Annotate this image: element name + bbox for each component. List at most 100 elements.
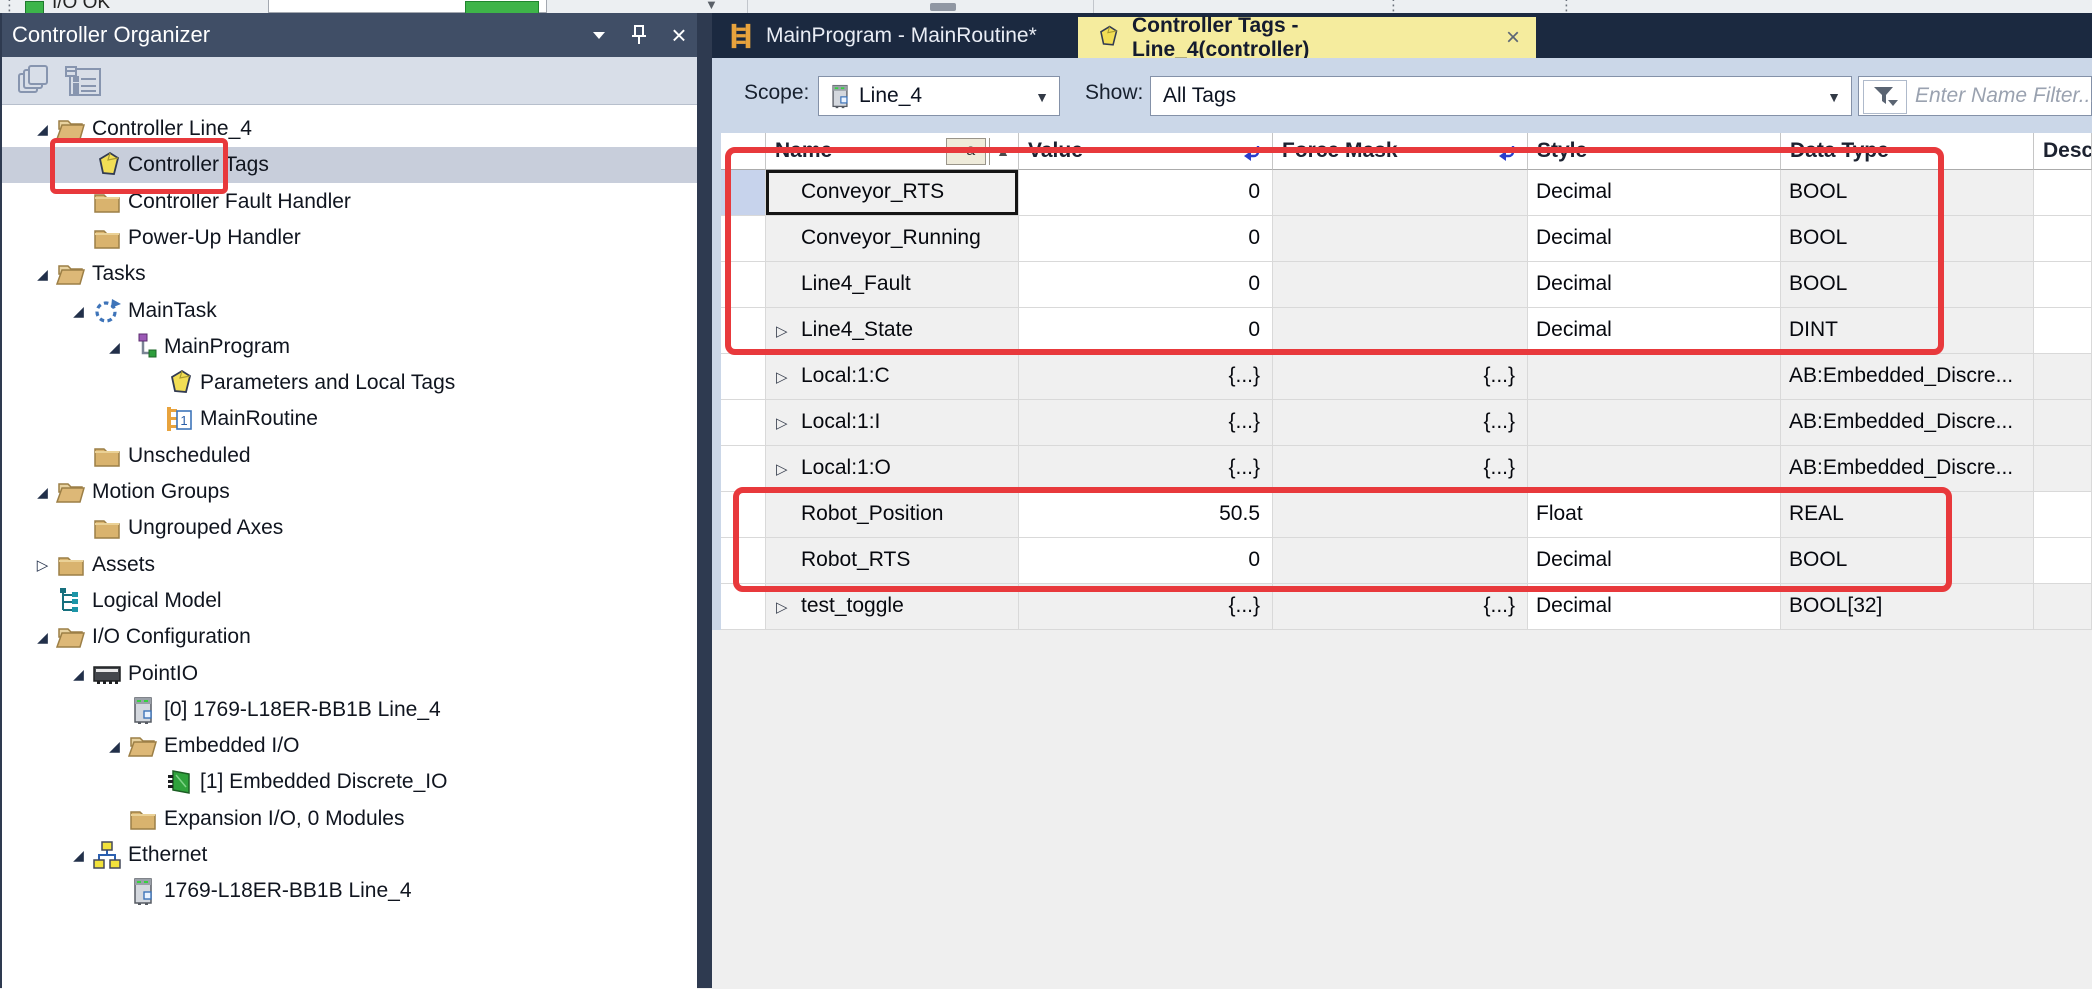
- expand-icon[interactable]: ▷: [766, 586, 801, 630]
- cell-force-mask[interactable]: {...}: [1273, 354, 1528, 400]
- cell-value[interactable]: {...}: [1019, 354, 1273, 400]
- cell-value[interactable]: 50.5: [1019, 492, 1273, 538]
- cell-force-mask[interactable]: [1273, 538, 1528, 584]
- close-icon[interactable]: ×: [659, 18, 699, 52]
- cell-name[interactable]: ▷Local:1:C: [766, 354, 1019, 400]
- cell-description[interactable]: [2034, 354, 2092, 400]
- tree-item-controller-fault-handler[interactable]: Controller Fault Handler: [2, 184, 697, 220]
- tab-mainprogram-mainroutine[interactable]: MainProgram - MainRoutine*: [712, 13, 1078, 58]
- pin-icon[interactable]: [619, 18, 659, 52]
- tree-item-controller-line-4[interactable]: ◢Controller Line_4: [2, 111, 697, 147]
- cell-data-type[interactable]: BOOL: [1781, 216, 2034, 262]
- row-selector[interactable]: [721, 492, 766, 538]
- cell-force-mask[interactable]: [1273, 492, 1528, 538]
- cell-force-mask[interactable]: [1273, 216, 1528, 262]
- cell-style[interactable]: [1528, 400, 1781, 446]
- cell-value[interactable]: 0: [1019, 262, 1273, 308]
- row-selector[interactable]: [721, 446, 766, 492]
- tree-item-logical-model[interactable]: Logical Model: [2, 583, 697, 619]
- cell-description[interactable]: [2034, 400, 2092, 446]
- name-filter-field[interactable]: Enter Name Filter...: [1858, 76, 2092, 116]
- cell-force-mask[interactable]: [1273, 262, 1528, 308]
- tree-item-tasks[interactable]: ◢Tasks: [2, 256, 697, 292]
- cell-force-mask[interactable]: {...}: [1273, 446, 1528, 492]
- cell-style[interactable]: Decimal: [1528, 216, 1781, 262]
- tree-item-i-o-configuration[interactable]: ◢I/O Configuration: [2, 619, 697, 655]
- collapse-icon[interactable]: ◢: [29, 629, 56, 646]
- column-header-style[interactable]: Style: [1528, 133, 1781, 170]
- cell-value[interactable]: {...}: [1019, 584, 1273, 630]
- collapse-icon[interactable]: ◢: [29, 121, 56, 138]
- cell-value[interactable]: 0: [1019, 216, 1273, 262]
- column-header-data-type[interactable]: Data Type: [1781, 133, 2034, 170]
- tree-item-mainroutine[interactable]: 1MainRoutine: [2, 401, 697, 437]
- column-header-name[interactable]: Name−a▲: [766, 133, 1019, 170]
- cell-name[interactable]: Robot_RTS: [766, 538, 1019, 584]
- expand-icon[interactable]: ▷: [766, 448, 801, 492]
- cell-style[interactable]: Decimal: [1528, 538, 1781, 584]
- scope-dropdown[interactable]: Line_4 ▼: [818, 76, 1060, 116]
- tree-item-ethernet[interactable]: ◢Ethernet: [2, 837, 697, 873]
- cell-style[interactable]: Decimal: [1528, 308, 1781, 354]
- row-selector[interactable]: [721, 308, 766, 354]
- column-header-force-mask[interactable]: Force Mask: [1273, 133, 1528, 170]
- row-selector[interactable]: [721, 216, 766, 262]
- cell-name[interactable]: ▷Local:1:I: [766, 400, 1019, 446]
- cell-value[interactable]: 0: [1019, 308, 1273, 354]
- list-details-icon[interactable]: [64, 65, 104, 102]
- row-selector[interactable]: [721, 400, 766, 446]
- tab-close-icon[interactable]: ×: [1506, 28, 1520, 48]
- expand-icon[interactable]: ▷: [766, 356, 801, 400]
- tab-controller-tags-line-4-controller[interactable]: Controller Tags - Line_4(controller)×: [1078, 17, 1536, 58]
- cell-description[interactable]: [2034, 584, 2092, 630]
- cell-data-type[interactable]: BOOL: [1781, 262, 2034, 308]
- cell-name[interactable]: Conveyor_Running: [766, 216, 1019, 262]
- cell-data-type[interactable]: AB:Embedded_Discre...: [1781, 400, 2034, 446]
- window-menu-icon[interactable]: [579, 18, 619, 52]
- cell-name[interactable]: ▷Local:1:O: [766, 446, 1019, 492]
- cell-data-type[interactable]: AB:Embedded_Discre...: [1781, 446, 2034, 492]
- cell-value[interactable]: 0: [1019, 538, 1273, 584]
- expand-icon[interactable]: ▷: [766, 310, 801, 354]
- tree-item-1-embedded-discrete-io[interactable]: [1] Embedded Discrete_IO: [2, 764, 697, 800]
- tree-item-mainprogram[interactable]: ◢MainProgram: [2, 329, 697, 365]
- cell-force-mask[interactable]: [1273, 308, 1528, 354]
- cell-force-mask[interactable]: {...}: [1273, 584, 1528, 630]
- stacked-pages-icon[interactable]: [16, 65, 54, 100]
- cell-data-type[interactable]: BOOL: [1781, 170, 2034, 216]
- cell-description[interactable]: [2034, 262, 2092, 308]
- collapse-icon[interactable]: ◢: [65, 303, 92, 320]
- cell-description[interactable]: [2034, 538, 2092, 584]
- name-column-options-button[interactable]: −a: [946, 138, 986, 165]
- tree-item-pointio[interactable]: ◢PointIO: [2, 656, 697, 692]
- combobox-caret-icon[interactable]: ▼: [705, 0, 718, 12]
- sort-ascending-icon[interactable]: ▲: [996, 144, 1010, 158]
- cell-name[interactable]: Conveyor_RTS: [766, 170, 1019, 216]
- row-selector[interactable]: [721, 584, 766, 630]
- cell-style[interactable]: Decimal: [1528, 262, 1781, 308]
- cell-force-mask[interactable]: [1273, 170, 1528, 216]
- cell-value[interactable]: {...}: [1019, 446, 1273, 492]
- tree-item-power-up-handler[interactable]: Power-Up Handler: [2, 220, 697, 256]
- cell-style[interactable]: [1528, 354, 1781, 400]
- collapse-icon[interactable]: ◢: [65, 847, 92, 864]
- cell-data-type[interactable]: REAL: [1781, 492, 2034, 538]
- toolbar-overflow-icon[interactable]: ⋮: [1559, 0, 1572, 14]
- cell-data-type[interactable]: BOOL: [1781, 538, 2034, 584]
- cell-description[interactable]: [2034, 216, 2092, 262]
- tree-item-controller-tags[interactable]: Controller Tags: [2, 147, 697, 183]
- tree-item-assets[interactable]: ▷Assets: [2, 547, 697, 583]
- tree-item-1769-l18er-bb1b-line-4[interactable]: 1769-L18ER-BB1B Line_4: [2, 873, 697, 909]
- column-header-description[interactable]: Desc: [2034, 133, 2092, 170]
- cell-style[interactable]: Float: [1528, 492, 1781, 538]
- collapse-icon[interactable]: ◢: [29, 484, 56, 501]
- cell-data-type[interactable]: AB:Embedded_Discre...: [1781, 354, 2034, 400]
- cell-description[interactable]: [2034, 308, 2092, 354]
- collapse-icon[interactable]: ◢: [29, 266, 56, 283]
- collapse-icon[interactable]: ◢: [101, 339, 128, 356]
- cell-style[interactable]: Decimal: [1528, 584, 1781, 630]
- cell-name[interactable]: Line4_Fault: [766, 262, 1019, 308]
- cell-value[interactable]: {...}: [1019, 400, 1273, 446]
- cell-data-type[interactable]: DINT: [1781, 308, 2034, 354]
- tree-item-unscheduled[interactable]: Unscheduled: [2, 438, 697, 474]
